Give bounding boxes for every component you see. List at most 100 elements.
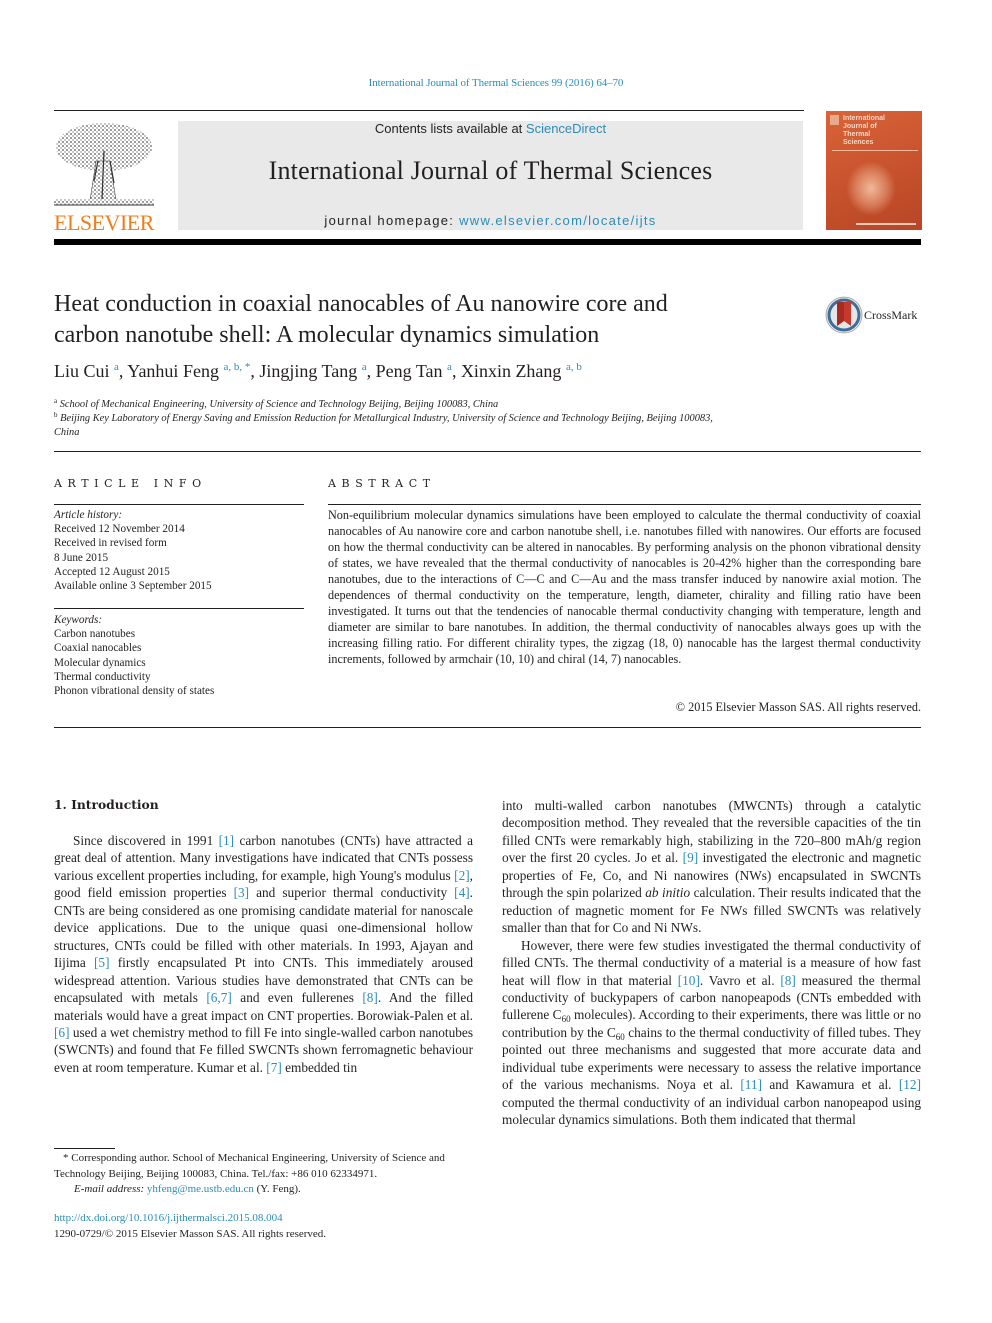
history-item: Received in revised form bbox=[54, 537, 167, 550]
cover-divider bbox=[832, 150, 918, 151]
citation-link[interactable]: [9] bbox=[683, 850, 699, 865]
abstract-text: Non-equilibrium molecular dynamics simul… bbox=[328, 508, 921, 666]
subscript: 60 bbox=[561, 1014, 571, 1025]
journal-name: International Journal of Thermal Science… bbox=[268, 156, 713, 185]
corresponding-author-footnote: * Corresponding author. School of Mechan… bbox=[54, 1151, 474, 1198]
section-heading-introduction: 1. Introduction bbox=[54, 797, 159, 812]
email-link[interactable]: yhfeng@me.ustb.edu.cn bbox=[147, 1183, 254, 1195]
intro-paragraph-2: However, there were few studies investig… bbox=[502, 937, 922, 1128]
affiliation-b: b Beijing Key Laboratory of Energy Savin… bbox=[54, 408, 824, 440]
email-suffix: (Y. Feng). bbox=[253, 1183, 301, 1195]
article-title: Heat conduction in coaxial nanocables of… bbox=[54, 289, 814, 351]
header-thick-rule bbox=[54, 239, 921, 245]
intro-left-column: Since discovered in 1991 [1] carbon nano… bbox=[54, 832, 473, 1076]
citation-link[interactable]: [6] bbox=[54, 1025, 70, 1040]
author-affiliation-mark[interactable]: a, b, * bbox=[223, 361, 250, 373]
author-name[interactable]: Peng Tan bbox=[376, 361, 443, 381]
footnote-rule bbox=[54, 1148, 115, 1149]
homepage-label: journal homepage: bbox=[324, 213, 460, 228]
doi-link[interactable]: http://dx.doi.org/10.1016/j.ijthermalsci… bbox=[54, 1210, 326, 1226]
author-name[interactable]: Yanhui Feng bbox=[127, 361, 219, 381]
author-separator: , bbox=[118, 361, 128, 381]
author-name[interactable]: Liu Cui bbox=[54, 361, 110, 381]
citation-link[interactable]: [2] bbox=[454, 868, 470, 883]
front-matter-rule bbox=[54, 451, 921, 452]
history-item: 8 June 2015 bbox=[54, 551, 109, 564]
subscript: 60 bbox=[615, 1031, 625, 1042]
citation-link[interactable]: [6,7] bbox=[206, 990, 231, 1005]
keyword-item: Molecular dynamics bbox=[54, 656, 146, 669]
header-top-rule bbox=[54, 110, 804, 111]
journal-citation-link[interactable]: International Journal of Thermal Science… bbox=[0, 77, 992, 89]
citation-link[interactable]: [4] bbox=[454, 885, 470, 900]
elsevier-tree-logo bbox=[54, 121, 154, 207]
article-history: Article history: Received 12 November 20… bbox=[54, 508, 304, 593]
corresponding-author-text: * Corresponding author. School of Mechan… bbox=[54, 1152, 445, 1180]
citation-link[interactable]: [3] bbox=[234, 885, 250, 900]
abstract-bottom-rule bbox=[54, 727, 921, 728]
cover-title-line: International bbox=[843, 115, 886, 122]
author-separator: , bbox=[366, 361, 376, 381]
abstract-rule bbox=[328, 504, 921, 505]
italic-term: ab initio bbox=[645, 885, 691, 901]
intro-paragraph-1: Since discovered in 1991 [1] carbon nano… bbox=[54, 833, 473, 1075]
cover-title: International Journal of Thermal Science… bbox=[843, 115, 885, 147]
article-info-rule bbox=[54, 504, 304, 505]
cover-title-line: Thermal bbox=[843, 131, 871, 138]
keywords-label: Keywords: bbox=[54, 614, 103, 626]
abstract-heading: ABSTRACT bbox=[328, 477, 436, 490]
keyword-item: Carbon nanotubes bbox=[54, 628, 136, 641]
journal-homepage: journal homepage: www.elsevier.com/locat… bbox=[178, 213, 803, 228]
article-info-heading: ARTICLE INFO bbox=[54, 477, 207, 490]
affiliation-text: Beijing Key Laboratory of Energy Saving … bbox=[60, 413, 713, 424]
history-item: Received 12 November 2014 bbox=[54, 523, 185, 536]
author-separator: , bbox=[451, 361, 461, 381]
crossmark-label[interactable]: CrossMark bbox=[864, 308, 917, 323]
citation-link[interactable]: [7] bbox=[266, 1060, 282, 1075]
email-label: E-mail address: bbox=[74, 1183, 147, 1195]
sciencedirect-link[interactable]: ScienceDirect bbox=[526, 121, 606, 136]
article-title-line-2: carbon nanotube shell: A molecular dynam… bbox=[54, 322, 600, 348]
history-item: Available online 3 September 2015 bbox=[54, 580, 212, 593]
intro-paragraph-1-cont: into multi-walled carbon nanotubes (MWCN… bbox=[502, 798, 921, 936]
keyword-item: Coaxial nanocables bbox=[54, 642, 142, 655]
issn-copyright: 1290-0729/© 2015 Elsevier Masson SAS. Al… bbox=[54, 1228, 327, 1240]
abstract-copyright: © 2015 Elsevier Masson SAS. All rights r… bbox=[675, 700, 921, 714]
affiliation-mark: a bbox=[54, 397, 58, 405]
cover-title-line: Sciences bbox=[843, 139, 874, 146]
citation-link[interactable]: [10] bbox=[678, 973, 700, 988]
intro-right-column: into multi-walled carbon nanotubes (MWCN… bbox=[502, 797, 921, 1129]
author-name[interactable]: Xinxin Zhang bbox=[461, 361, 562, 381]
article-title-line-1: Heat conduction in coaxial nanocables of… bbox=[54, 291, 668, 317]
affiliation-text-cont: China bbox=[54, 427, 80, 438]
citation-link[interactable]: [5] bbox=[94, 955, 110, 970]
author-name[interactable]: Jingjing Tang bbox=[259, 361, 357, 381]
contents-prefix: Contents lists available at bbox=[374, 121, 526, 136]
cover-footer-text bbox=[856, 223, 916, 225]
keyword-item: Phonon vibrational density of states bbox=[54, 685, 215, 698]
contents-availability: Contents lists available at ScienceDirec… bbox=[178, 121, 803, 136]
citation-link[interactable]: [11] bbox=[740, 1077, 762, 1092]
history-item: Accepted 12 August 2015 bbox=[54, 565, 170, 578]
author-affiliation-mark[interactable]: a, b bbox=[566, 361, 582, 373]
elsevier-wordmark[interactable]: ELSEVIER bbox=[54, 210, 154, 236]
cover-image-burst bbox=[846, 161, 896, 216]
cover-title-line: Journal of bbox=[843, 123, 877, 130]
author-separator: , bbox=[250, 361, 260, 381]
cover-publisher-logo bbox=[830, 115, 839, 125]
doi-block: http://dx.doi.org/10.1016/j.ijthermalsci… bbox=[54, 1210, 326, 1242]
affiliation-mark: b bbox=[54, 411, 58, 419]
keywords-rule bbox=[54, 608, 304, 609]
author-list: Liu Cui a, Yanhui Feng a, b, *, Jingjing… bbox=[54, 361, 582, 382]
citation-link[interactable]: [1] bbox=[219, 833, 235, 848]
journal-cover-thumbnail[interactable]: International Journal of Thermal Science… bbox=[826, 111, 922, 230]
homepage-link[interactable]: www.elsevier.com/locate/ijts bbox=[459, 213, 657, 228]
article-history-label: Article history: bbox=[54, 509, 123, 521]
email-line: E-mail address: yhfeng@me.ustb.edu.cn (Y… bbox=[54, 1182, 474, 1198]
keyword-item: Thermal conductivity bbox=[54, 670, 151, 683]
citation-link[interactable]: [12] bbox=[899, 1077, 921, 1092]
crossmark-icon[interactable] bbox=[825, 296, 863, 334]
citation-link[interactable]: [8] bbox=[780, 973, 796, 988]
keywords: Keywords: Carbon nanotubes Coaxial nanoc… bbox=[54, 613, 304, 698]
citation-link[interactable]: [8] bbox=[362, 990, 378, 1005]
